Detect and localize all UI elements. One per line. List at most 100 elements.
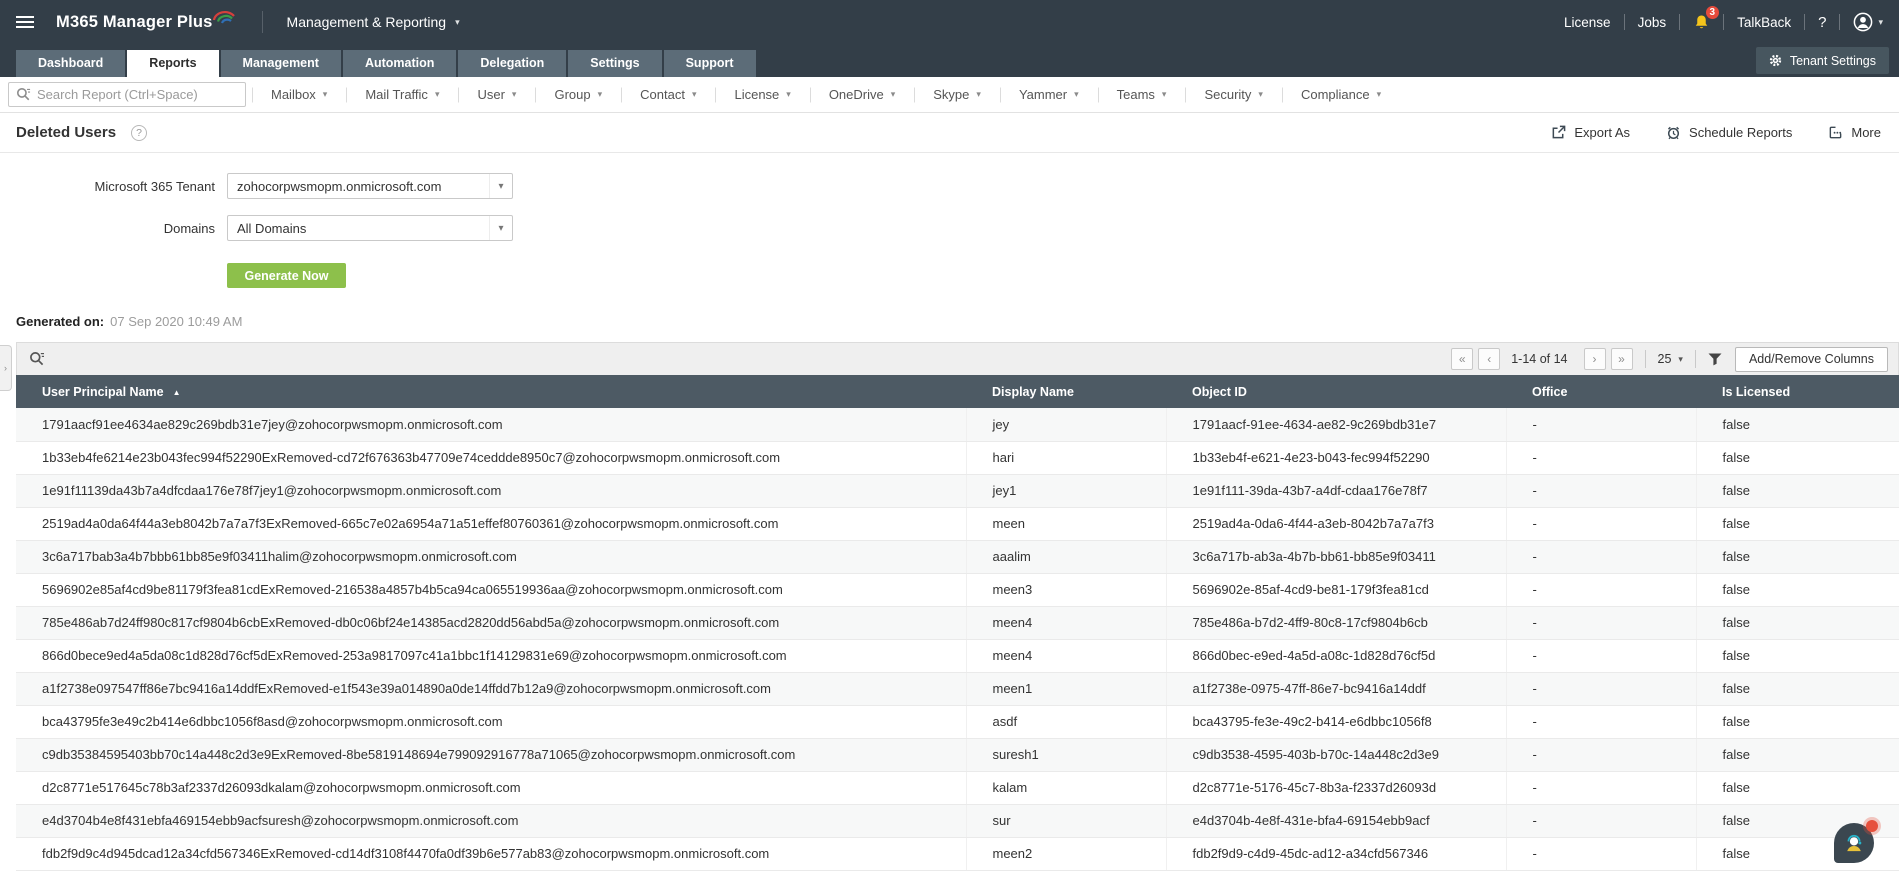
add-remove-columns-button[interactable]: Add/Remove Columns <box>1735 347 1888 372</box>
cell-is-licensed: false <box>1696 540 1899 573</box>
table-row[interactable]: 785e486ab7d24ff980c817cf9804b6cbExRemove… <box>16 606 1899 639</box>
category-skype[interactable]: Skype▾ <box>914 85 1000 105</box>
category-mail-traffic[interactable]: Mail Traffic▾ <box>346 85 458 105</box>
search-icon <box>16 87 31 102</box>
cell-is-licensed: false <box>1696 507 1899 540</box>
report-search-input[interactable] <box>37 87 238 102</box>
category-onedrive[interactable]: OneDrive▾ <box>810 85 914 105</box>
column-header-display-name[interactable]: Display Name <box>966 375 1166 408</box>
cell-display-name: meen2 <box>966 837 1166 870</box>
category-security[interactable]: Security▾ <box>1185 85 1282 105</box>
table-row[interactable]: 2519ad4a0da64f44a3eb8042b7a7a7f3ExRemove… <box>16 507 1899 540</box>
category-license[interactable]: License▾ <box>715 85 809 105</box>
tab-reports[interactable]: Reports <box>127 50 218 77</box>
jobs-link[interactable]: Jobs <box>1638 15 1667 30</box>
generate-now-button[interactable]: Generate Now <box>227 263 346 288</box>
support-agent-icon <box>1842 831 1866 855</box>
gear-icon <box>1769 54 1782 67</box>
cell-user-principal-name: 1791aacf91ee4634ae829c269bdb31e7jey@zoho… <box>16 408 966 441</box>
talkback-link[interactable]: TalkBack <box>1737 15 1791 30</box>
cell-display-name: meen4 <box>966 639 1166 672</box>
category-contact[interactable]: Contact▾ <box>621 85 715 105</box>
category-compliance[interactable]: Compliance▾ <box>1282 85 1400 105</box>
tenant-select[interactable]: zohocorpwsmopm.onmicrosoft.com ▾ <box>227 173 513 199</box>
cell-display-name: meen1 <box>966 672 1166 705</box>
report-search[interactable] <box>8 82 246 107</box>
category-user[interactable]: User▾ <box>458 85 535 105</box>
tab-dashboard[interactable]: Dashboard <box>16 50 125 77</box>
support-chat-button[interactable] <box>1834 823 1874 863</box>
cell-object-id: 1e91f111-39da-43b7-a4df-cdaa176e78f7 <box>1166 474 1506 507</box>
table-row[interactable]: 1b33eb4fe6214e23b043fec994f52290ExRemove… <box>16 441 1899 474</box>
export-as-button[interactable]: Export As <box>1551 125 1630 140</box>
table-row[interactable]: 866d0bece9ed4a5da08c1d828d76cf5dExRemove… <box>16 639 1899 672</box>
cell-display-name: meen3 <box>966 573 1166 606</box>
cell-is-licensed: false <box>1696 771 1899 804</box>
chevron-down-icon: ▾ <box>1258 89 1263 100</box>
tab-automation[interactable]: Automation <box>343 50 456 77</box>
cell-office: - <box>1506 738 1696 771</box>
cell-object-id: 3c6a717b-ab3a-4b7b-bb61-bb85e9f03411 <box>1166 540 1506 573</box>
table-row[interactable]: e4d3704b4e8f431ebfa469154ebb9acfsuresh@z… <box>16 804 1899 837</box>
logo-swoosh-icon <box>212 5 236 25</box>
report-help-icon[interactable]: ? <box>131 125 147 141</box>
cell-office: - <box>1506 540 1696 573</box>
cell-object-id: 5696902e-85af-4cd9-be81-179f3fea81cd <box>1166 573 1506 606</box>
grid-search-icon[interactable] <box>29 351 45 367</box>
column-header-is-licensed[interactable]: Is Licensed <box>1696 375 1899 408</box>
main-nav-tabs: Dashboard Reports Management Automation … <box>0 44 1899 77</box>
column-header-object-id[interactable]: Object ID <box>1166 375 1506 408</box>
cell-user-principal-name: 5696902e85af4cd9be81179f3fea81cdExRemove… <box>16 573 966 606</box>
column-header-upn[interactable]: User Principal Name▲ <box>16 375 966 408</box>
account-menu[interactable]: ▾ <box>1853 12 1883 32</box>
domains-select[interactable]: All Domains ▾ <box>227 215 513 241</box>
pager-first-button[interactable]: « <box>1451 348 1473 370</box>
pager-next-button[interactable]: › <box>1584 348 1606 370</box>
notifications-button[interactable]: 3 <box>1693 14 1710 31</box>
license-link[interactable]: License <box>1564 15 1611 30</box>
app-logo: M365 Manager Plus <box>56 13 236 32</box>
tab-support[interactable]: Support <box>664 50 756 77</box>
report-list-panel-handle[interactable]: › <box>0 345 12 391</box>
cell-office: - <box>1506 474 1696 507</box>
schedule-reports-button[interactable]: Schedule Reports <box>1666 125 1792 140</box>
tab-settings[interactable]: Settings <box>568 50 661 77</box>
chevron-down-icon: ▾ <box>976 89 981 100</box>
help-button[interactable]: ? <box>1818 14 1826 31</box>
table-row[interactable]: 1e91f11139da43b7a4dfcdaa176e78f7jey1@zoh… <box>16 474 1899 507</box>
table-row[interactable]: fdb2f9d9c4d945dcad12a34cfd567346ExRemove… <box>16 837 1899 870</box>
tenant-label: Microsoft 365 Tenant <box>0 179 215 194</box>
pager-last-button[interactable]: » <box>1611 348 1633 370</box>
table-row[interactable]: bca43795fe3e49c2b414e6dbbc1056f8asd@zoho… <box>16 705 1899 738</box>
chevron-down-icon: ▾ <box>323 89 328 100</box>
cell-user-principal-name: 3c6a717bab3a4b7bbb61bb85e9f03411halim@zo… <box>16 540 966 573</box>
table-row[interactable]: 3c6a717bab3a4b7bbb61bb85e9f03411halim@zo… <box>16 540 1899 573</box>
hamburger-menu-icon[interactable] <box>16 16 36 28</box>
cell-user-principal-name: 1b33eb4fe6214e23b043fec994f52290ExRemove… <box>16 441 966 474</box>
table-row[interactable]: a1f2738e097547ff86e7bc9416a14ddfExRemove… <box>16 672 1899 705</box>
table-row[interactable]: 1791aacf91ee4634ae829c269bdb31e7jey@zoho… <box>16 408 1899 441</box>
filter-funnel-icon[interactable] <box>1708 353 1722 366</box>
more-button[interactable]: More <box>1828 125 1881 140</box>
chevron-down-icon: ▾ <box>786 89 791 100</box>
pager-prev-button[interactable]: ‹ <box>1478 348 1500 370</box>
tenant-settings-button[interactable]: Tenant Settings <box>1756 47 1889 74</box>
category-yammer[interactable]: Yammer▾ <box>1000 85 1098 105</box>
page-header: Deleted Users ? Export As Schedule Repor… <box>0 113 1899 153</box>
table-row[interactable]: c9db35384595403bb70c14a448c2d3e9ExRemove… <box>16 738 1899 771</box>
app-header: M365 Manager Plus Management & Reporting… <box>0 0 1899 44</box>
table-row[interactable]: 5696902e85af4cd9be81179f3fea81cdExRemove… <box>16 573 1899 606</box>
cell-is-licensed: false <box>1696 474 1899 507</box>
divider <box>1624 14 1625 30</box>
category-teams[interactable]: Teams▾ <box>1098 85 1186 105</box>
cell-user-principal-name: 866d0bece9ed4a5da08c1d828d76cf5dExRemove… <box>16 639 966 672</box>
category-group[interactable]: Group▾ <box>535 85 621 105</box>
module-switcher[interactable]: Management & Reporting ▾ <box>262 11 460 33</box>
page-size-select[interactable]: 25 ▾ <box>1658 352 1683 366</box>
column-header-office[interactable]: Office <box>1506 375 1696 408</box>
table-row[interactable]: d2c8771e517645c78b3af2337d26093dkalam@zo… <box>16 771 1899 804</box>
report-category-bar: Mailbox▾ Mail Traffic▾ User▾ Group▾ Cont… <box>0 77 1899 113</box>
tab-delegation[interactable]: Delegation <box>458 50 566 77</box>
category-mailbox[interactable]: Mailbox▾ <box>252 85 346 105</box>
tab-management[interactable]: Management <box>221 50 341 77</box>
